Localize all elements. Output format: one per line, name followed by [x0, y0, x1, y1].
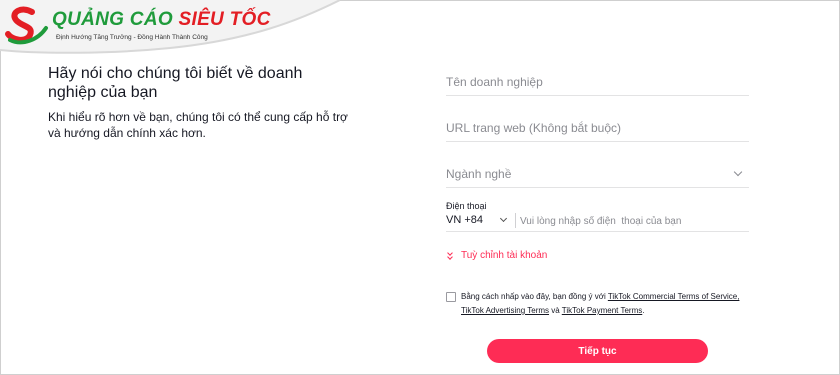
terms-prefix: Bằng cách nhấp vào đây, bạn đồng ý với: [461, 292, 608, 301]
customize-account-link[interactable]: Tuỳ chỉnh tài khoản: [446, 249, 548, 261]
logo-title: QUẢNG CÁO SIÊU TỐC: [52, 9, 271, 31]
industry-placeholder: Ngành nghề: [446, 167, 512, 181]
page-description: Khi hiểu rõ hơn về bạn, chúng tôi có thể…: [48, 110, 348, 140]
website-url-placeholder: URL trang web (Không bắt buộc): [446, 121, 621, 135]
logo-tagline: Định Hướng Tăng Trưởng - Đồng Hành Thành…: [56, 34, 208, 41]
logo-title-red: SIÊU TỐC: [178, 9, 271, 30]
industry-select[interactable]: Ngành nghề: [446, 156, 749, 188]
terms-and: và: [549, 306, 562, 315]
customize-account-label: Tuỳ chỉnh tài khoản: [461, 250, 548, 261]
continue-button[interactable]: Tiếp tục: [487, 339, 708, 363]
website-url-field[interactable]: URL trang web (Không bắt buộc): [446, 110, 749, 142]
double-chevron-down-icon: [446, 249, 455, 261]
chevron-down-icon[interactable]: [499, 214, 508, 223]
phone-field: VN +84: [446, 210, 749, 232]
phone-input[interactable]: [520, 214, 745, 228]
page-heading: Hãy nói cho chúng tôi biết về doanh nghi…: [48, 65, 303, 101]
payment-terms-link[interactable]: TikTok Payment Terms: [562, 306, 642, 315]
logo-title-green: QUẢNG CÁO: [52, 9, 173, 30]
country-code-select[interactable]: VN +84: [446, 214, 483, 226]
advertising-terms-link[interactable]: TikTok Advertising Terms: [461, 306, 549, 315]
business-name-placeholder: Tên doanh nghiệp: [446, 75, 543, 89]
business-name-field[interactable]: Tên doanh nghiệp: [446, 64, 749, 96]
terms-checkbox[interactable]: [446, 292, 456, 302]
terms-suffix: .: [642, 306, 645, 315]
divider: [515, 213, 516, 228]
brand-logo: QUẢNG CÁO SIÊU TỐC Định Hướng Tăng Trưởn…: [0, 0, 340, 58]
chevron-down-icon: [733, 167, 743, 177]
terms-text: Bằng cách nhấp vào đây, bạn đồng ý với T…: [461, 290, 751, 318]
commercial-terms-link[interactable]: TikTok Commercial Terms of Service,: [608, 292, 740, 301]
